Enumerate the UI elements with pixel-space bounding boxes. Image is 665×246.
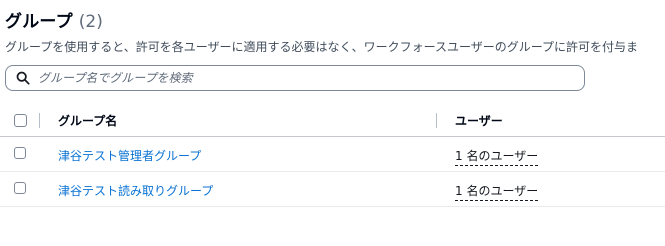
- search-box[interactable]: [5, 65, 585, 91]
- column-header-users[interactable]: ユーザー: [455, 112, 503, 129]
- groups-panel: グループ (2) グループを使用すると、許可を各ユーザーに適用する必要はなく、ワ…: [0, 0, 665, 246]
- page-title: グループ: [5, 12, 73, 32]
- search-icon: [15, 70, 31, 86]
- user-count-popover-trigger[interactable]: 1 名のユーザー: [455, 147, 539, 166]
- table-row: 津谷テスト管理者グループ 1 名のユーザー: [0, 137, 665, 172]
- panel-header: グループ (2): [5, 7, 103, 32]
- user-count-popover-trigger[interactable]: 1 名のユーザー: [455, 182, 539, 201]
- column-divider: [39, 113, 40, 128]
- table-header-row: グループ名 ユーザー: [0, 103, 665, 137]
- group-count: (2): [78, 12, 103, 32]
- row-checkbox[interactable]: [14, 147, 26, 159]
- group-name-link[interactable]: 津谷テスト管理者グループ: [58, 147, 201, 164]
- table-row: 津谷テスト読み取りグループ 1 名のユーザー: [0, 172, 665, 207]
- panel-description: グループを使用すると、許可を各ユーザーに適用する必要はなく、ワークフォースユーザ…: [5, 40, 639, 54]
- column-divider[interactable]: [436, 113, 437, 128]
- column-header-group-name[interactable]: グループ名: [58, 112, 117, 129]
- group-name-link[interactable]: 津谷テスト読み取りグループ: [58, 182, 213, 199]
- groups-table: グループ名 ユーザー 津谷テスト管理者グループ 1 名のユーザー 津谷テスト読み…: [0, 103, 665, 207]
- select-all-checkbox[interactable]: [14, 114, 27, 127]
- row-checkbox[interactable]: [14, 182, 26, 194]
- search-input[interactable]: [38, 71, 568, 85]
